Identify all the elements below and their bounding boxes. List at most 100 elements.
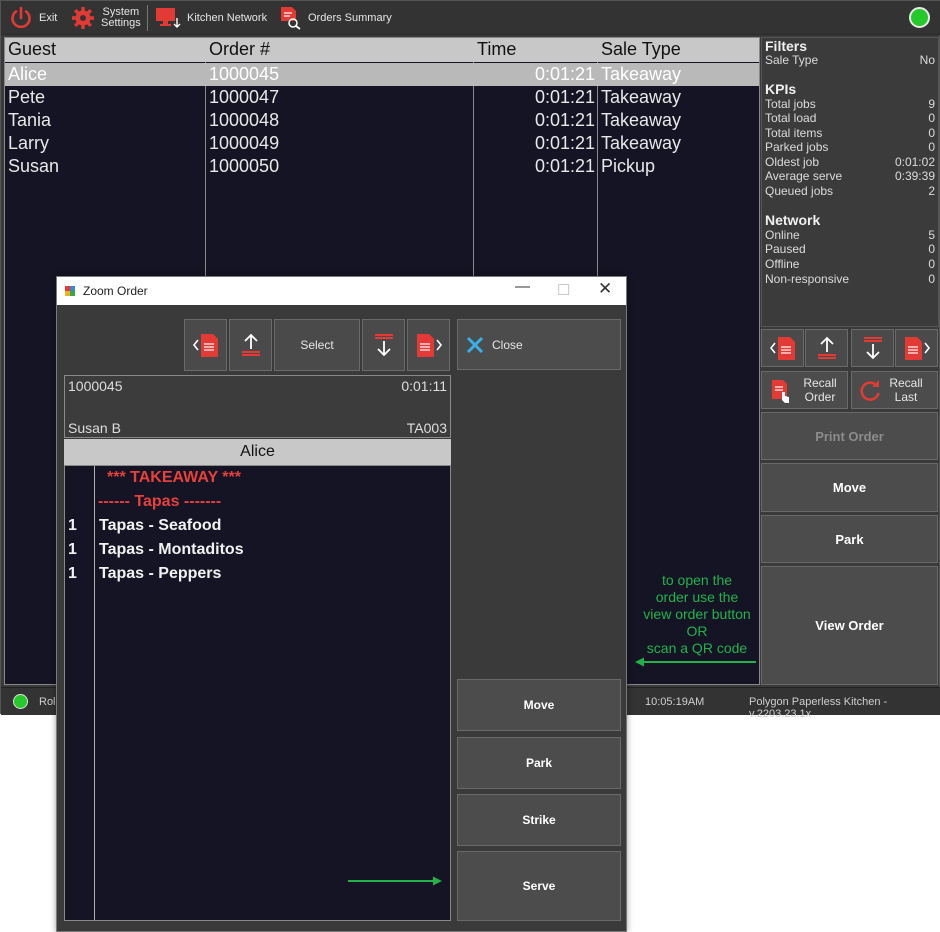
close-button[interactable]: Close — [457, 319, 621, 370]
kpi-value: 9 — [928, 97, 935, 111]
recall-last-button[interactable]: Recall Last — [851, 371, 938, 409]
dialog-move-button[interactable]: Move — [457, 679, 621, 731]
kpi-value: 0 — [928, 111, 935, 125]
recall-last-label: Recall Last — [884, 376, 928, 404]
minimize-icon[interactable]: — — [515, 278, 530, 295]
maximize-icon[interactable]: ☐ — [557, 281, 570, 299]
system-settings-button[interactable]: System Settings — [71, 4, 141, 32]
guest-cell: Larry — [8, 133, 50, 153]
recall-order-button[interactable]: Recall Order — [761, 371, 848, 409]
order-cell: 1000045 — [209, 64, 280, 84]
scroll-top-button[interactable] — [805, 329, 848, 367]
network-value: 5 — [928, 228, 935, 242]
select-button[interactable]: Select — [274, 319, 360, 371]
previous-order-button[interactable] — [184, 319, 227, 371]
document-prev-icon — [192, 334, 218, 357]
column-header-sale-type[interactable]: Sale Type — [601, 39, 681, 60]
table-row[interactable]: Tania 1000048 0:01:21 Takeaway — [5, 109, 759, 132]
dialog-title: Zoom Order — [83, 284, 148, 298]
recall-order-icon — [772, 380, 789, 403]
filter-value: No — [919, 53, 935, 67]
exit-label: Exit — [39, 11, 58, 24]
next-order-button[interactable] — [895, 329, 938, 367]
power-icon — [11, 6, 31, 29]
print-order-button[interactable]: Print Order — [761, 412, 938, 460]
serve-arrow-icon — [348, 876, 442, 886]
monitor-download-icon — [156, 8, 181, 28]
takeaway-heading: *** TAKEAWAY *** — [107, 469, 241, 486]
item-quantity: 1 — [68, 517, 77, 534]
annotation-line: OR — [686, 623, 708, 639]
scroll-up-button[interactable] — [229, 319, 272, 371]
scroll-bottom-button[interactable] — [851, 329, 894, 367]
kpi-label: Total jobs — [765, 97, 816, 111]
kpi-value: 2 — [928, 184, 935, 198]
column-header-order[interactable]: Order # — [209, 39, 270, 60]
recall-order-label-line2: Order — [804, 390, 836, 404]
dialog-park-button[interactable]: Park — [457, 737, 621, 789]
guest-cell: Alice — [8, 64, 48, 84]
guest-header: Alice — [64, 439, 451, 465]
kpi-value: 0:39:39 — [894, 169, 935, 183]
orders-table-header: Guest Order # Time Sale Type — [5, 38, 759, 62]
kpi-row: Total items 0 — [765, 126, 937, 140]
kpi-value: 0:01:02 — [894, 155, 935, 169]
network-title: Network — [765, 212, 821, 228]
orders-summary-button[interactable]: Orders Summary — [278, 4, 392, 32]
table-row[interactable]: Alice 1000045 0:01:21 Takeaway — [5, 63, 759, 86]
kpi-row: Total jobs 9 — [765, 97, 937, 111]
sale-type-cell: Pickup — [601, 156, 656, 176]
table-row[interactable]: Susan 1000050 0:01:21 Pickup — [5, 155, 759, 178]
kpi-label: Oldest job — [765, 155, 820, 169]
scroll-down-button[interactable] — [362, 319, 405, 371]
list-item[interactable]: Tapas - Seafood — [99, 517, 221, 535]
previous-order-button[interactable] — [761, 329, 804, 367]
network-row: Online 5 — [765, 228, 937, 242]
close-x-icon — [466, 336, 484, 354]
dialog-serve-button[interactable]: Serve — [457, 851, 621, 921]
column-header-time[interactable]: Time — [477, 39, 516, 60]
sale-type-cell: Takeaway — [601, 87, 682, 107]
park-button[interactable]: Park — [761, 515, 938, 563]
close-window-icon[interactable]: ✕ — [598, 279, 612, 299]
gear-icon — [72, 7, 94, 29]
recall-last-label-line1: Recall — [889, 376, 923, 390]
status-time: 10:05:19AM — [645, 696, 705, 708]
arrow-up-icon — [241, 333, 260, 356]
view-order-button[interactable]: View Order — [761, 566, 938, 685]
exit-button[interactable]: Exit — [9, 4, 57, 32]
document-next-icon — [416, 334, 442, 357]
customer-name: Susan B — [68, 420, 121, 436]
order-items-list[interactable]: *** TAKEAWAY *** ------ Tapas ------- 1 … — [64, 465, 451, 921]
dialog-title-bar[interactable]: Zoom Order — ☐ ✕ — [57, 277, 626, 305]
list-item[interactable]: Tapas - Peppers — [99, 565, 221, 583]
list-item[interactable]: Tapas - Montaditos — [99, 541, 244, 559]
refresh-icon — [860, 380, 880, 401]
orders-summary-label: Orders Summary — [308, 11, 392, 24]
order-cell: 1000050 — [209, 156, 280, 176]
kpi-row: Average serve 0:39:39 — [765, 169, 937, 183]
guest-cell: Tania — [8, 110, 52, 130]
kitchen-network-button[interactable]: Kitchen Network — [155, 4, 267, 32]
kpi-label: Queued jobs — [765, 184, 834, 198]
column-header-guest[interactable]: Guest — [8, 39, 56, 60]
connection-status-indicator — [909, 7, 930, 28]
close-button-label: Close — [492, 338, 523, 352]
network-value: 0 — [928, 272, 935, 286]
move-button[interactable]: Move — [761, 463, 938, 512]
time-cell: 0:01:21 — [534, 110, 595, 130]
system-settings-label: System Settings — [101, 7, 141, 29]
table-row[interactable]: Pete 1000047 0:01:21 Takeaway — [5, 86, 759, 109]
toolbar-divider — [147, 5, 148, 31]
order-cell: 1000049 — [209, 133, 280, 153]
next-order-button[interactable] — [407, 319, 450, 371]
table-row[interactable]: Larry 1000049 0:01:21 Takeaway — [5, 132, 759, 155]
kpis-title: KPIs — [765, 81, 797, 97]
zoom-order-dialog: Zoom Order — ☐ ✕ Select Close 1000045 0:… — [56, 276, 627, 932]
kpi-row: Oldest job 0:01:02 — [765, 155, 937, 169]
network-label: Paused — [765, 242, 806, 256]
kpi-value: 0 — [928, 126, 935, 140]
filter-sale-type[interactable]: Sale Type No — [765, 53, 937, 67]
dialog-strike-button[interactable]: Strike — [457, 794, 621, 846]
kpi-label: Total load — [765, 111, 817, 125]
